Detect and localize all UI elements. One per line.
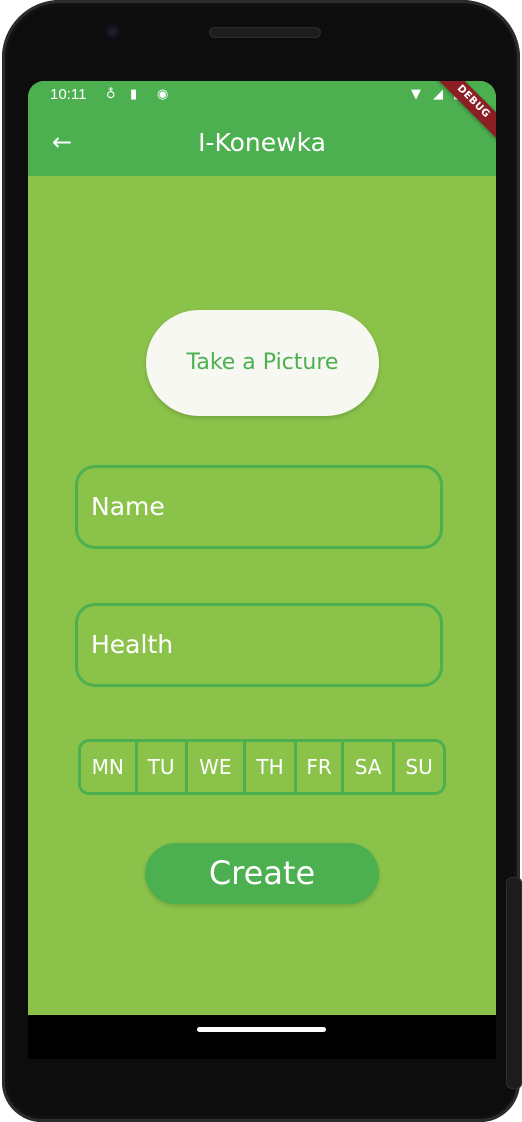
usb-icon: ♁: [106, 87, 116, 102]
status-time: 10:11: [50, 86, 87, 103]
day-we-toggle[interactable]: WE: [188, 742, 247, 792]
name-field[interactable]: Name: [75, 465, 443, 549]
health-field-label: Health: [91, 630, 174, 659]
sd-card-icon: ▮: [130, 87, 138, 102]
day-sa-toggle[interactable]: SA: [344, 742, 396, 792]
name-field-label: Name: [91, 492, 165, 521]
home-indicator[interactable]: [197, 1027, 326, 1032]
day-fr-toggle[interactable]: FR: [297, 742, 345, 792]
create-button[interactable]: Create: [145, 843, 379, 904]
day-tu-toggle[interactable]: TU: [138, 742, 188, 792]
app-bar: ← I-Konewka: [28, 111, 496, 176]
status-bar: 10:11 ♁ ▮ ◉ ▼ ◢ ▮: [28, 81, 496, 111]
side-button: [506, 877, 522, 1089]
day-mn-toggle[interactable]: MN: [81, 742, 138, 792]
sync-icon: ◉: [157, 87, 169, 102]
weekday-selector: MN TU WE TH FR SA SU: [78, 739, 446, 795]
take-picture-button[interactable]: Take a Picture: [146, 310, 379, 416]
gesture-navigation-bar: [28, 1015, 496, 1059]
day-th-toggle[interactable]: TH: [246, 742, 297, 792]
earpiece-speaker: [209, 27, 321, 38]
app-screen: 10:11 ♁ ▮ ◉ ▼ ◢ ▮ ← I-Konewka DEBUG Take…: [28, 81, 496, 1015]
signal-icon: ◢: [433, 87, 443, 102]
app-title: I-Konewka: [198, 128, 326, 157]
front-camera: [105, 24, 120, 39]
device-frame: 10:11 ♁ ▮ ◉ ▼ ◢ ▮ ← I-Konewka DEBUG Take…: [0, 0, 522, 1122]
health-field[interactable]: Health: [75, 603, 443, 687]
wifi-icon: ▼: [411, 87, 421, 102]
day-su-toggle[interactable]: SU: [395, 742, 443, 792]
